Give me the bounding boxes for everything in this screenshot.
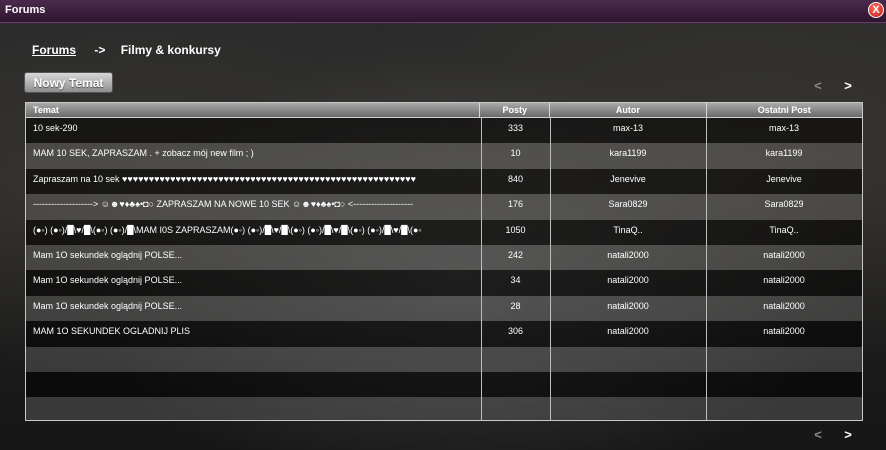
table-row[interactable]: MAM 10 SEK, ZAPRASZAM . + zobacz mój new… — [26, 143, 862, 169]
header-posts[interactable]: Posty — [479, 103, 549, 117]
row-author: Sara0829 — [608, 199, 648, 210]
row-author: natali2000 — [607, 300, 649, 311]
table-row[interactable]: Zapraszam na 10 sek ♥♥♥♥♥♥♥♥♥♥♥♥♥♥♥♥♥♥♥♥… — [26, 168, 862, 195]
next-page-button[interactable]: > — [838, 78, 858, 93]
column-divider — [550, 118, 551, 420]
row-author: kara1199 — [609, 148, 647, 159]
row-topic[interactable]: --------------------> ☺☻♥♦♣♠•◘○ ZAPRASZA… — [26, 194, 481, 209]
header-last-post[interactable]: Ostatni Post — [705, 103, 862, 117]
row-last-post: natali2000 — [763, 300, 805, 311]
row-topic[interactable]: Mam 1O sekundek oglądnij POLSE... — [26, 296, 481, 311]
row-author — [550, 397, 706, 402]
row-author — [550, 347, 706, 352]
row-last-post: TinaQ.. — [769, 224, 799, 235]
row-posts: 1050 — [505, 224, 526, 235]
breadcrumb-current: Filmy & konkursy — [120, 43, 221, 57]
row-topic[interactable]: Mam 1O sekundek oglądnij POLSE... — [26, 270, 481, 285]
row-topic[interactable] — [26, 347, 481, 352]
table-row[interactable] — [26, 397, 862, 420]
table-row[interactable] — [26, 371, 862, 398]
row-posts — [481, 372, 550, 377]
new-topic-button[interactable]: Nowy Temat — [24, 72, 113, 93]
row-last-post: natali2000 — [763, 249, 805, 260]
row-author: max-13 — [612, 123, 643, 133]
table-row[interactable]: MAM 1O SEKUNDEK OGLADNIJ PLIS 306 natali20… — [26, 321, 862, 347]
column-divider — [706, 118, 707, 420]
row-author: natali2000 — [607, 249, 649, 260]
table-row[interactable]: Mam 1O sekundek oglądnij POLSE... 242 nata… — [26, 244, 862, 271]
row-posts: 242 — [507, 249, 524, 260]
row-last-post — [706, 372, 862, 377]
row-posts — [481, 347, 550, 352]
row-posts: 28 — [510, 300, 521, 311]
row-posts: 176 — [507, 199, 524, 210]
row-posts — [481, 397, 550, 402]
table-row[interactable]: (●◦) (●◦)/█\♥/█\(●◦) (●◦)/█\MAM I0S ZAPR… — [26, 219, 862, 245]
row-topic[interactable]: Mam 1O sekundek oglądnij POLSE... — [26, 245, 481, 260]
row-posts: 10 — [510, 148, 521, 159]
row-author: natali2000 — [607, 275, 649, 286]
table-body: 10 sek-290 333 max-13 max-13 MAM 10 SEK, ZAP… — [26, 118, 862, 420]
window-titlebar: Forums X — [0, 0, 886, 23]
header-author[interactable]: Autor — [549, 103, 705, 117]
row-last-post: max-13 — [768, 123, 799, 133]
row-posts: 840 — [507, 173, 524, 184]
row-last-post — [706, 397, 862, 402]
row-topic[interactable] — [26, 372, 481, 377]
row-last-post: natali2000 — [763, 275, 805, 286]
row-posts: 333 — [507, 123, 524, 133]
prev-page-button[interactable]: < — [808, 427, 828, 442]
topics-table: Temat Posty Autor Ostatni Post 10 sek-29… — [25, 102, 863, 421]
row-topic[interactable] — [26, 397, 481, 402]
table-row[interactable]: Mam 1O sekundek oglądnij POLSE... 34 natal… — [26, 270, 862, 296]
table-row[interactable]: 10 sek-290 333 max-13 max-13 — [26, 118, 862, 144]
table-row[interactable] — [26, 346, 862, 372]
row-author: Jenevive — [610, 173, 646, 184]
column-divider — [481, 118, 482, 420]
row-topic[interactable]: (●◦) (●◦)/█\♥/█\(●◦) (●◦)/█\MAM I0S ZAPR… — [26, 220, 481, 235]
row-last-post — [706, 347, 862, 352]
window-title: Forums — [5, 4, 46, 16]
row-topic[interactable]: Zapraszam na 10 sek ♥♥♥♥♥♥♥♥♥♥♥♥♥♥♥♥♥♥♥♥… — [26, 169, 481, 184]
row-last-post: Jenevive — [766, 173, 802, 184]
row-author: TinaQ.. — [613, 224, 643, 235]
row-topic[interactable]: 10 sek-290 — [26, 118, 481, 133]
table-row[interactable]: --------------------> ☺☻♥♦♣♠•◘○ ZAPRASZA… — [26, 194, 862, 220]
pager-bottom: < > — [808, 427, 858, 442]
row-posts: 306 — [507, 326, 524, 337]
row-posts: 34 — [510, 275, 521, 286]
next-page-button[interactable]: > — [838, 427, 858, 442]
row-last-post: kara1199 — [765, 148, 803, 159]
header-topic[interactable]: Temat — [26, 103, 479, 117]
row-last-post: Sara0829 — [764, 199, 804, 210]
breadcrumb-forums-link[interactable]: Forums — [32, 43, 76, 57]
row-last-post: natali2000 — [763, 326, 805, 337]
row-topic[interactable]: MAM 10 SEK, ZAPRASZAM . + zobacz mój new… — [26, 143, 481, 158]
row-author: natali2000 — [607, 326, 649, 337]
close-icon[interactable]: X — [868, 2, 884, 18]
prev-page-button[interactable]: < — [808, 78, 828, 93]
pager-top: < > — [808, 78, 858, 93]
row-topic[interactable]: MAM 1O SEKUNDEK OGLADNIJ PLIS — [26, 321, 481, 336]
breadcrumb-separator: -> — [94, 43, 106, 57]
table-header: Temat Posty Autor Ostatni Post — [26, 103, 862, 118]
breadcrumb: Forums -> Filmy & konkursy — [32, 43, 221, 57]
table-row[interactable]: Mam 1O sekundek oglądnij POLSE... 28 natal… — [26, 295, 862, 322]
row-author — [550, 372, 706, 377]
